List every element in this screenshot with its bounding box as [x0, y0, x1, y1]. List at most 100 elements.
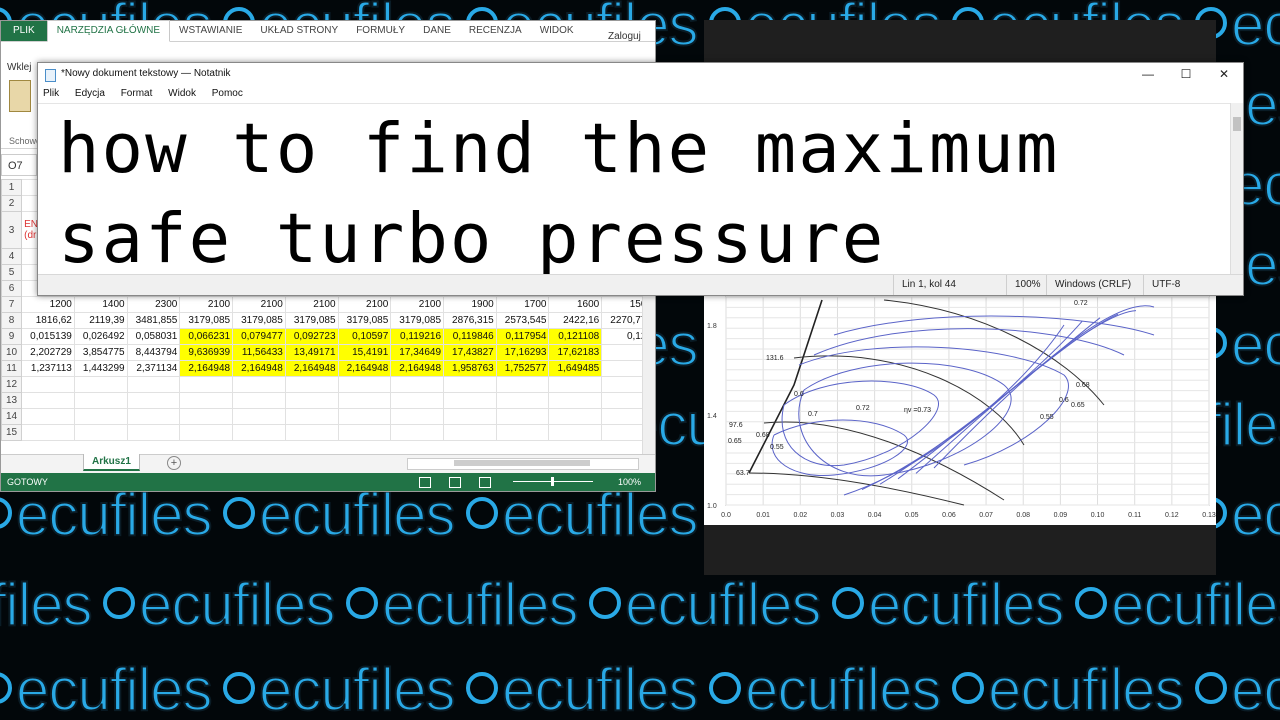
- ribbon-tab[interactable]: WSTAWIANIE: [170, 21, 251, 41]
- cell[interactable]: 2573,545: [495, 312, 550, 329]
- page-layout-icon[interactable]: [449, 477, 461, 488]
- cell[interactable]: 2100: [284, 296, 339, 313]
- cell[interactable]: [232, 392, 286, 409]
- cell[interactable]: [232, 376, 286, 393]
- row-header[interactable]: 13: [0, 392, 23, 409]
- cell[interactable]: 0,119216: [390, 328, 445, 345]
- cell[interactable]: 0,092723: [284, 328, 339, 345]
- cell[interactable]: [390, 424, 445, 441]
- menu-edycja[interactable]: Edycja: [75, 88, 105, 99]
- cell[interactable]: [21, 408, 75, 425]
- cell[interactable]: 3179,085: [284, 312, 339, 329]
- cell[interactable]: 2119,39: [73, 312, 128, 329]
- cell[interactable]: 1,443299: [73, 360, 128, 377]
- ribbon-tab[interactable]: UKŁAD STRONY: [251, 21, 347, 41]
- row-header[interactable]: 12: [0, 376, 23, 393]
- menu-format[interactable]: Format: [121, 88, 153, 99]
- cell[interactable]: 1,752577: [495, 360, 550, 377]
- cell[interactable]: [284, 408, 339, 425]
- cell[interactable]: 0,117954: [495, 328, 550, 345]
- ribbon-tab[interactable]: RECENZJA: [460, 21, 531, 41]
- row-header[interactable]: 14: [0, 408, 23, 425]
- menu-plik[interactable]: Plik: [43, 88, 59, 99]
- cell[interactable]: [495, 424, 550, 441]
- cell[interactable]: 17,16293: [495, 344, 550, 361]
- cell[interactable]: 2,164948: [179, 360, 234, 377]
- cell[interactable]: [284, 424, 339, 441]
- cell[interactable]: 8,443794: [126, 344, 181, 361]
- cell[interactable]: [126, 424, 181, 441]
- notepad-text-area[interactable]: how to find the maximum safe turbo press…: [38, 103, 1231, 276]
- zoom-slider[interactable]: [513, 477, 593, 486]
- cell[interactable]: 11,56433: [232, 344, 286, 361]
- cell[interactable]: 2,164948: [337, 360, 392, 377]
- cell[interactable]: [21, 424, 75, 441]
- cell[interactable]: 1,237113: [21, 360, 75, 377]
- cell[interactable]: [548, 376, 603, 393]
- cell[interactable]: [443, 408, 497, 425]
- cell[interactable]: [337, 376, 392, 393]
- cell[interactable]: [443, 424, 497, 441]
- ribbon-tab[interactable]: WIDOK: [531, 21, 583, 41]
- ribbon-tab[interactable]: NARZĘDZIA GŁÓWNE: [46, 20, 171, 42]
- cell[interactable]: 2,371134: [126, 360, 181, 377]
- cell[interactable]: 1600: [548, 296, 603, 313]
- cell[interactable]: 2,202729: [21, 344, 75, 361]
- cell[interactable]: 2876,315: [443, 312, 497, 329]
- cell[interactable]: [443, 392, 497, 409]
- cell[interactable]: 1400: [73, 296, 128, 313]
- cell[interactable]: [126, 392, 181, 409]
- row-header[interactable]: 1: [0, 179, 23, 196]
- paste-button[interactable]: Wklej: [7, 62, 31, 73]
- cell[interactable]: [232, 408, 286, 425]
- ribbon-tab[interactable]: DANE: [414, 21, 460, 41]
- cell[interactable]: [390, 408, 445, 425]
- cell[interactable]: 2100: [337, 296, 392, 313]
- close-button[interactable]: ✕: [1205, 63, 1243, 85]
- cell[interactable]: [495, 408, 550, 425]
- cell[interactable]: [337, 424, 392, 441]
- cell[interactable]: [390, 392, 445, 409]
- page-break-icon[interactable]: [479, 477, 491, 488]
- minimize-button[interactable]: —: [1129, 63, 1167, 85]
- cell[interactable]: 2,164948: [390, 360, 445, 377]
- cell[interactable]: [284, 376, 339, 393]
- menu-pomoc[interactable]: Pomoc: [212, 88, 243, 99]
- cell[interactable]: [179, 424, 234, 441]
- cell[interactable]: 1816,62: [21, 312, 75, 329]
- row-header[interactable]: 11: [0, 360, 23, 377]
- cell[interactable]: [495, 392, 550, 409]
- cell[interactable]: [390, 376, 445, 393]
- cell[interactable]: 0,026492: [73, 328, 128, 345]
- row-header[interactable]: 2: [0, 195, 23, 212]
- cell[interactable]: [126, 408, 181, 425]
- maximize-button[interactable]: ☐: [1167, 63, 1205, 85]
- row-header[interactable]: 7: [0, 296, 23, 313]
- cell[interactable]: [73, 424, 128, 441]
- cell[interactable]: 3179,085: [232, 312, 286, 329]
- name-box[interactable]: O7: [1, 154, 37, 176]
- cell[interactable]: 1,649485: [548, 360, 603, 377]
- cell[interactable]: [73, 376, 128, 393]
- cell[interactable]: [126, 376, 181, 393]
- cell[interactable]: 1,958763: [443, 360, 497, 377]
- cell[interactable]: 0,10597: [337, 328, 392, 345]
- row-header[interactable]: 6: [0, 280, 23, 297]
- cell[interactable]: 1700: [495, 296, 550, 313]
- cell[interactable]: [284, 392, 339, 409]
- cell[interactable]: 2422,16: [548, 312, 603, 329]
- sheet-tab-arkusz1[interactable]: Arkusz1: [83, 454, 140, 471]
- cell[interactable]: [495, 376, 550, 393]
- cell[interactable]: 3179,085: [179, 312, 234, 329]
- cell[interactable]: 3481,855: [126, 312, 181, 329]
- zoom-level[interactable]: 100%: [618, 473, 641, 491]
- cell[interactable]: [548, 408, 603, 425]
- cell[interactable]: [232, 424, 286, 441]
- row-header[interactable]: 10: [0, 344, 23, 361]
- horizontal-scrollbar[interactable]: [407, 458, 639, 470]
- notepad-scrollbar[interactable]: [1230, 103, 1243, 275]
- row-header[interactable]: 9: [0, 328, 23, 345]
- row-header[interactable]: 8: [0, 312, 23, 329]
- menu-widok[interactable]: Widok: [168, 88, 196, 99]
- scroll-thumb[interactable]: [454, 460, 590, 466]
